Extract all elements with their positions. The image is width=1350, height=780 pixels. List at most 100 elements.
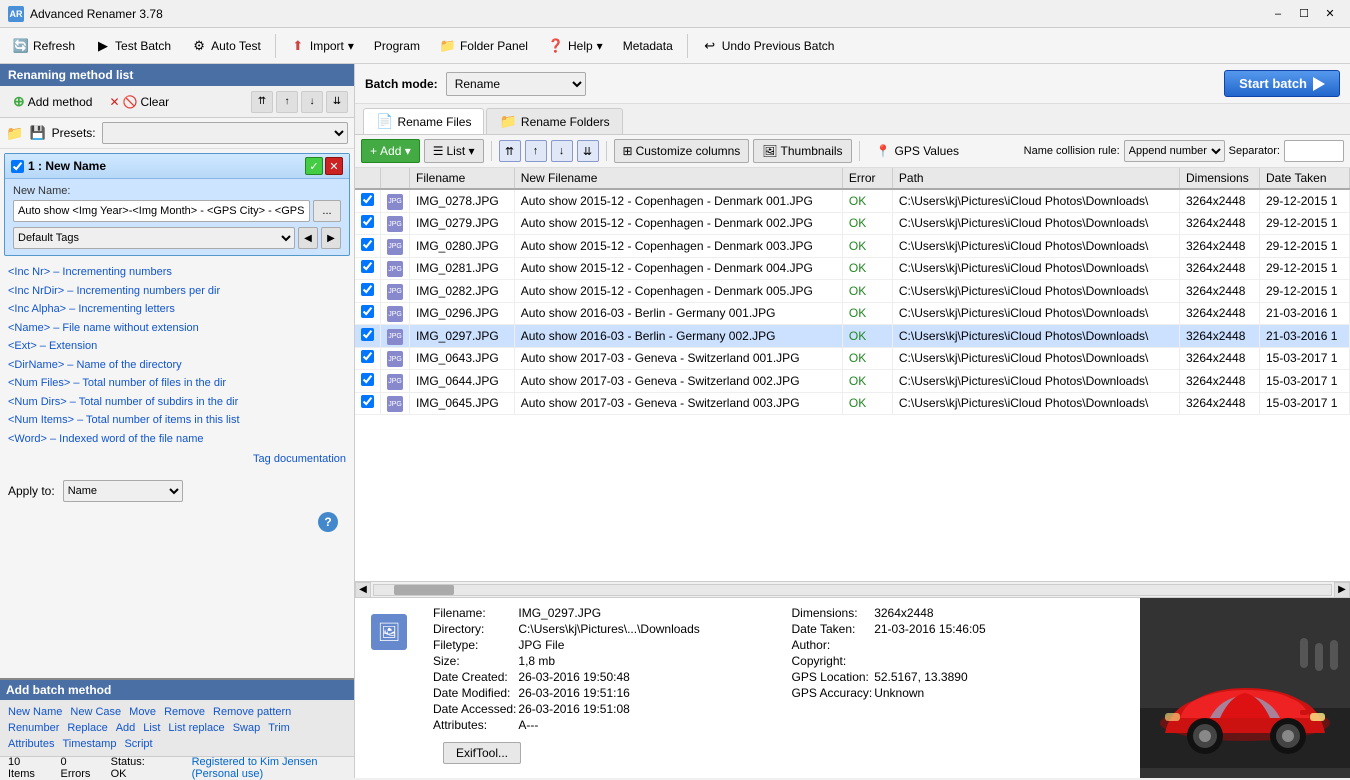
move-up-button[interactable]: ↑ — [276, 91, 298, 113]
row-checkbox-cell[interactable] — [355, 257, 381, 280]
tab-rename-files[interactable]: 📄 Rename Files — [363, 108, 484, 134]
sort-down-button[interactable]: ↓ — [551, 140, 573, 162]
name-collision-select[interactable]: Append number — [1124, 140, 1225, 162]
hscroll-track[interactable] — [373, 584, 1332, 596]
move-down-button[interactable]: ↓ — [301, 91, 323, 113]
move-top-button[interactable]: ⇈ — [251, 91, 273, 113]
row-checkbox[interactable] — [361, 350, 374, 363]
batch-link-replace[interactable]: Replace — [65, 721, 109, 735]
tags-next-button[interactable]: ▶ — [321, 227, 341, 249]
move-bottom-button[interactable]: ⇊ — [326, 91, 348, 113]
add-files-button[interactable]: + Add ▾ — [361, 139, 420, 163]
auto-test-button[interactable]: ⚙ Auto Test — [182, 32, 270, 60]
import-button[interactable]: ⬆ Import▾ — [281, 32, 363, 60]
table-row[interactable]: JPG IMG_0281.JPG Auto show 2015-12 - Cop… — [355, 257, 1350, 280]
row-checkbox-cell[interactable] — [355, 302, 381, 325]
row-checkbox-cell[interactable] — [355, 347, 381, 370]
batch-link-timestamp[interactable]: Timestamp — [60, 737, 118, 751]
hscroll-thumb[interactable] — [394, 585, 454, 595]
row-checkbox-cell[interactable] — [355, 212, 381, 235]
registration-link[interactable]: Registered to Kim Jensen (Personal use) — [192, 756, 346, 780]
row-checkbox[interactable] — [361, 328, 374, 341]
batch-link-list[interactable]: List — [141, 721, 162, 735]
tag-link-inc-nrdir[interactable]: <Inc NrDir> – Incrementing numbers per d… — [8, 283, 346, 300]
tag-link-word[interactable]: <Word> – Indexed word of the file name — [8, 431, 346, 448]
new-name-browse-button[interactable]: ... — [313, 200, 341, 222]
batch-link-swap[interactable]: Swap — [231, 721, 263, 735]
tag-link-num-files[interactable]: <Num Files> – Total number of files in t… — [8, 375, 346, 392]
sort-last-button[interactable]: ⇊ — [577, 140, 599, 162]
close-button[interactable]: ✕ — [1318, 4, 1342, 24]
batch-mode-select[interactable]: Rename Copy Move — [446, 72, 586, 96]
row-checkbox-cell[interactable] — [355, 280, 381, 303]
minimize-button[interactable]: – — [1266, 4, 1290, 24]
apply-to-select[interactable]: Name Extension Name and Extension — [63, 480, 183, 502]
tags-prev-button[interactable]: ◀ — [298, 227, 318, 249]
hscroll-area[interactable]: ◀ ▶ — [355, 581, 1350, 597]
col-error[interactable]: Error — [842, 168, 892, 189]
table-row[interactable]: JPG IMG_0278.JPG Auto show 2015-12 - Cop… — [355, 189, 1350, 212]
method-checkbox[interactable] — [11, 160, 24, 173]
add-method-button[interactable]: ⊕ Add method — [6, 90, 99, 113]
batch-link-trim[interactable]: Trim — [266, 721, 292, 735]
batch-link-list-replace[interactable]: List replace — [166, 721, 226, 735]
row-checkbox[interactable] — [361, 193, 374, 206]
row-checkbox-cell[interactable] — [355, 235, 381, 258]
tab-rename-folders[interactable]: 📁 Rename Folders — [486, 108, 622, 134]
folder-panel-button[interactable]: 📁 Folder Panel — [431, 32, 537, 60]
help-button[interactable]: ❓ Help▾ — [539, 32, 612, 60]
row-checkbox[interactable] — [361, 305, 374, 318]
program-button[interactable]: Program — [365, 32, 429, 60]
batch-link-new-name[interactable]: New Name — [6, 705, 64, 719]
exif-tool-button[interactable]: ExifTool... — [443, 742, 521, 764]
batch-link-move[interactable]: Move — [127, 705, 158, 719]
help-circle-button[interactable]: ? — [318, 512, 338, 532]
tag-link-num-items[interactable]: <Num Items> – Total number of items in t… — [8, 412, 346, 429]
table-row[interactable]: JPG IMG_0280.JPG Auto show 2015-12 - Cop… — [355, 235, 1350, 258]
row-checkbox[interactable] — [361, 260, 374, 273]
file-table-container[interactable]: Filename New Filename Error Path Dimensi… — [355, 168, 1350, 581]
refresh-button[interactable]: 🔄 Refresh — [4, 32, 84, 60]
batch-link-remove[interactable]: Remove — [162, 705, 207, 719]
batch-link-new-case[interactable]: New Case — [68, 705, 123, 719]
start-batch-button[interactable]: Start batch — [1224, 70, 1340, 97]
gps-values-button[interactable]: 📍 GPS Values — [867, 141, 968, 161]
col-path[interactable]: Path — [892, 168, 1179, 189]
tag-link-dirname[interactable]: <DirName> – Name of the directory — [8, 357, 346, 374]
sort-first-button[interactable]: ⇈ — [499, 140, 521, 162]
undo-previous-batch-button[interactable]: ↩ Undo Previous Batch — [693, 32, 844, 60]
tags-select[interactable]: Default Tags — [13, 227, 295, 249]
table-row[interactable]: JPG IMG_0282.JPG Auto show 2015-12 - Cop… — [355, 280, 1350, 303]
row-checkbox[interactable] — [361, 395, 374, 408]
batch-link-script[interactable]: Script — [122, 737, 154, 751]
list-button[interactable]: ☰ List ▾ — [424, 139, 484, 163]
metadata-button[interactable]: Metadata — [614, 32, 682, 60]
tag-link-ext[interactable]: <Ext> – Extension — [8, 338, 346, 355]
table-row[interactable]: JPG IMG_0296.JPG Auto show 2016-03 - Ber… — [355, 302, 1350, 325]
tag-link-num-dirs[interactable]: <Num Dirs> – Total number of subdirs in … — [8, 394, 346, 411]
table-row[interactable]: JPG IMG_0643.JPG Auto show 2017-03 - Gen… — [355, 347, 1350, 370]
tag-link-inc-alpha[interactable]: <Inc Alpha> – Incrementing letters — [8, 301, 346, 318]
table-row[interactable]: JPG IMG_0645.JPG Auto show 2017-03 - Gen… — [355, 392, 1350, 415]
test-batch-button[interactable]: ▶ Test Batch — [86, 32, 180, 60]
row-checkbox[interactable] — [361, 373, 374, 386]
sort-up-button[interactable]: ↑ — [525, 140, 547, 162]
col-dimensions[interactable]: Dimensions — [1180, 168, 1260, 189]
hscroll-left-arrow[interactable]: ◀ — [355, 582, 371, 598]
new-name-input[interactable] — [13, 200, 310, 222]
method-close-button[interactable]: ✕ — [325, 157, 343, 175]
row-checkbox[interactable] — [361, 283, 374, 296]
method-ok-button[interactable]: ✓ — [305, 157, 323, 175]
row-checkbox-cell[interactable] — [355, 189, 381, 212]
row-checkbox-cell[interactable] — [355, 325, 381, 348]
row-checkbox[interactable] — [361, 238, 374, 251]
batch-link-renumber[interactable]: Renumber — [6, 721, 61, 735]
presets-select[interactable] — [102, 122, 348, 144]
tag-link-inc-nr[interactable]: <Inc Nr> – Incrementing numbers — [8, 264, 346, 281]
presets-save-icon[interactable]: 💾 — [29, 125, 45, 141]
maximize-button[interactable]: ☐ — [1292, 4, 1316, 24]
thumbnails-button[interactable]: 🖼 Thumbnails — [753, 139, 851, 163]
presets-folder-icon[interactable]: 📁 — [6, 125, 23, 142]
row-checkbox-cell[interactable] — [355, 370, 381, 393]
clear-button[interactable]: ✕ 🚫 Clear — [102, 92, 176, 112]
